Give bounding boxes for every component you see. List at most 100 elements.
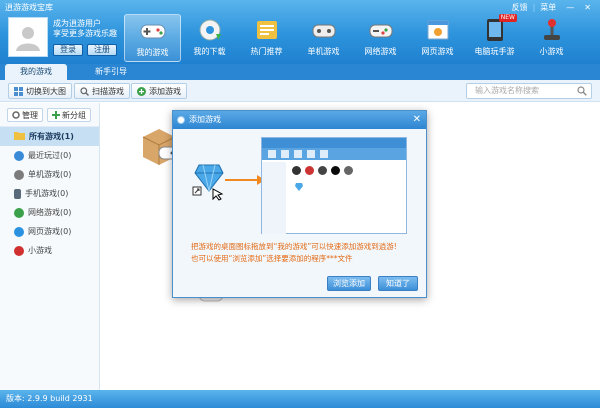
sidebar-item-label: 最近玩过(0) [28,151,72,160]
hot-recommend-icon [256,21,277,39]
add-game-label: 添加游戏 [149,86,181,96]
nav-label: 电脑玩手游 [474,47,515,56]
nav-mini-games[interactable]: 小游戏 [523,14,580,62]
globe-icon [14,207,24,218]
scan-games-label: 扫描游戏 [92,86,124,96]
drag-arrow-icon [225,175,265,185]
gamepad-icon [140,24,165,39]
ie-icon [14,226,24,237]
nav-label: 单机游戏 [307,47,340,56]
sidebar-item-web[interactable]: 网页游戏(0) [0,222,99,241]
new-group-button[interactable]: 新分组 [47,108,91,122]
avatar[interactable] [8,17,48,57]
nav-my-downloads[interactable]: 我的下载 [181,14,238,62]
window-controls: 反馈 | 菜单 — ✕ [507,1,596,14]
sidebar-item-all-games[interactable]: 所有游戏(1) [0,127,99,146]
nav-label: 热门推荐 [250,47,283,56]
dialog-message-line1: 把游戏的桌面图标拖放到“我的游戏”可以快速添加游戏到逍游! [191,242,397,251]
dialog-close-button[interactable]: ✕ [413,111,421,129]
toolbar: 切换到大图 扫描游戏 添加游戏 输入游戏名称搜索 [0,80,600,102]
nav-label: 我的下载 [193,47,226,56]
single-game-icon [312,24,335,38]
user-silhouette-icon [16,27,40,51]
sidebar-item-online[interactable]: 网络游戏(0) [0,203,99,222]
nav-my-games[interactable]: 我的游戏 [124,14,181,62]
sidebar-item-label: 单机游戏(0) [28,170,72,179]
version-text: 版本: 2.9.9 build 2931 [6,394,93,403]
menu-button[interactable]: 菜单 [535,1,561,14]
dialog-title: 添加游戏 [189,115,221,124]
got-it-button[interactable]: 知道了 [378,276,418,291]
nav-pc-mobile-games[interactable]: NEW 电脑玩手游 [466,14,523,62]
sidebar-item-label: 网页游戏(0) [28,227,72,236]
sidebar-item-label: 网络游戏(0) [28,208,72,217]
search-placeholder: 输入游戏名称搜索 [475,86,539,95]
manage-button[interactable]: 管理 [7,108,43,122]
switch-view-label: 切换到大图 [26,86,66,96]
joystick-icon [14,245,24,256]
nav-label: 网络游戏 [364,47,397,56]
folder-icon [14,131,25,142]
sidebar-item-label: 手机游戏(0) [25,189,69,198]
browse-add-button[interactable]: 浏览添加 [327,276,371,291]
main-nav: 我的游戏 我的下载 热门推荐 单机游戏 网络游戏 网页游戏 NEW 电脑玩手游 … [124,14,580,62]
nav-online-games[interactable]: 网络游戏 [352,14,409,62]
switch-view-button[interactable]: 切换到大图 [8,83,72,99]
nav-single-games[interactable]: 单机游戏 [295,14,352,62]
add-game-dialog: 添加游戏 ✕ 把游戏的桌面图标拖放到“我的游戏”可以快速添加游戏到逍游! 也可以… [172,110,427,298]
sidebar-item-mini[interactable]: 小游戏 [0,241,99,260]
title-bar: 逍游游戏宝库 反馈 | 菜单 — ✕ 成为逍游用户 享受更多游戏乐趣 登录 注册… [0,0,600,64]
sidebar: 管理 新分组 所有游戏(1) 最近玩过(0) 单机游戏(0) 手机游戏(0) 网… [0,103,100,390]
minimize-button[interactable]: — [561,1,579,14]
new-badge: NEW [498,14,517,22]
download-gear-icon [199,19,221,41]
sidebar-actions: 管理 新分组 [0,103,99,127]
close-button[interactable]: ✕ [579,1,596,14]
status-bar: 版本: 2.9.9 build 2931 [0,390,600,408]
web-game-icon [427,20,448,40]
login-button[interactable]: 登录 [53,44,83,56]
nav-web-games[interactable]: 网页游戏 [409,14,466,62]
tab-beginner-guide[interactable]: 新手引导 [80,64,142,80]
manage-label: 管理 [22,110,38,120]
search-input[interactable]: 输入游戏名称搜索 [466,83,592,99]
large-icons-icon [14,86,23,96]
nav-label: 网页游戏 [421,47,454,56]
gear-icon [12,111,20,119]
clock-icon [14,150,24,161]
phone-icon [14,188,21,199]
login-row: 登录 注册 [53,44,117,56]
dialog-message-line2: 也可以使用“浏览添加”选择要添加的程序***文件 [191,254,353,263]
user-prompt-line1: 成为逍游用户 [53,19,101,28]
register-button[interactable]: 注册 [87,44,117,56]
nav-label: 小游戏 [539,47,564,56]
sidebar-item-single[interactable]: 单机游戏(0) [0,165,99,184]
joystick-icon [543,19,560,40]
search-icon[interactable] [577,86,587,96]
magnifier-icon [80,86,89,96]
tab-my-games[interactable]: 我的游戏 [5,64,67,80]
app-window-preview [261,137,407,234]
user-prompt-line2: 享受更多游戏乐趣 [53,29,117,38]
app-title: 逍游游戏宝库 [5,3,53,12]
scan-games-button[interactable]: 扫描游戏 [74,83,130,99]
user-prompt: 成为逍游用户 享受更多游戏乐趣 [53,19,117,39]
sidebar-item-mobile[interactable]: 手机游戏(0) [0,184,99,203]
feedback-button[interactable]: 反馈 [507,1,533,14]
plus-icon [137,86,146,96]
online-game-icon [369,24,392,38]
nav-label: 我的游戏 [136,48,169,57]
sidebar-item-label: 所有游戏(1) [29,132,74,141]
sidebar-item-recent[interactable]: 最近玩过(0) [0,146,99,165]
plus-icon [52,111,60,119]
new-group-label: 新分组 [62,110,86,120]
dialog-title-bar: 添加游戏 ✕ [173,111,426,129]
sidebar-item-label: 小游戏 [28,246,52,255]
add-game-button[interactable]: 添加游戏 [131,83,187,99]
nav-hot-recommend[interactable]: 热门推荐 [238,14,295,62]
gamepad-icon [14,169,24,180]
desktop-shortcut-icon [192,164,224,201]
app-icon [177,116,185,124]
dialog-message: 把游戏的桌面图标拖放到“我的游戏”可以快速添加游戏到逍游! 也可以使用“浏览添加… [191,241,421,265]
sub-tab-bar: 我的游戏 新手引导 [0,64,600,80]
